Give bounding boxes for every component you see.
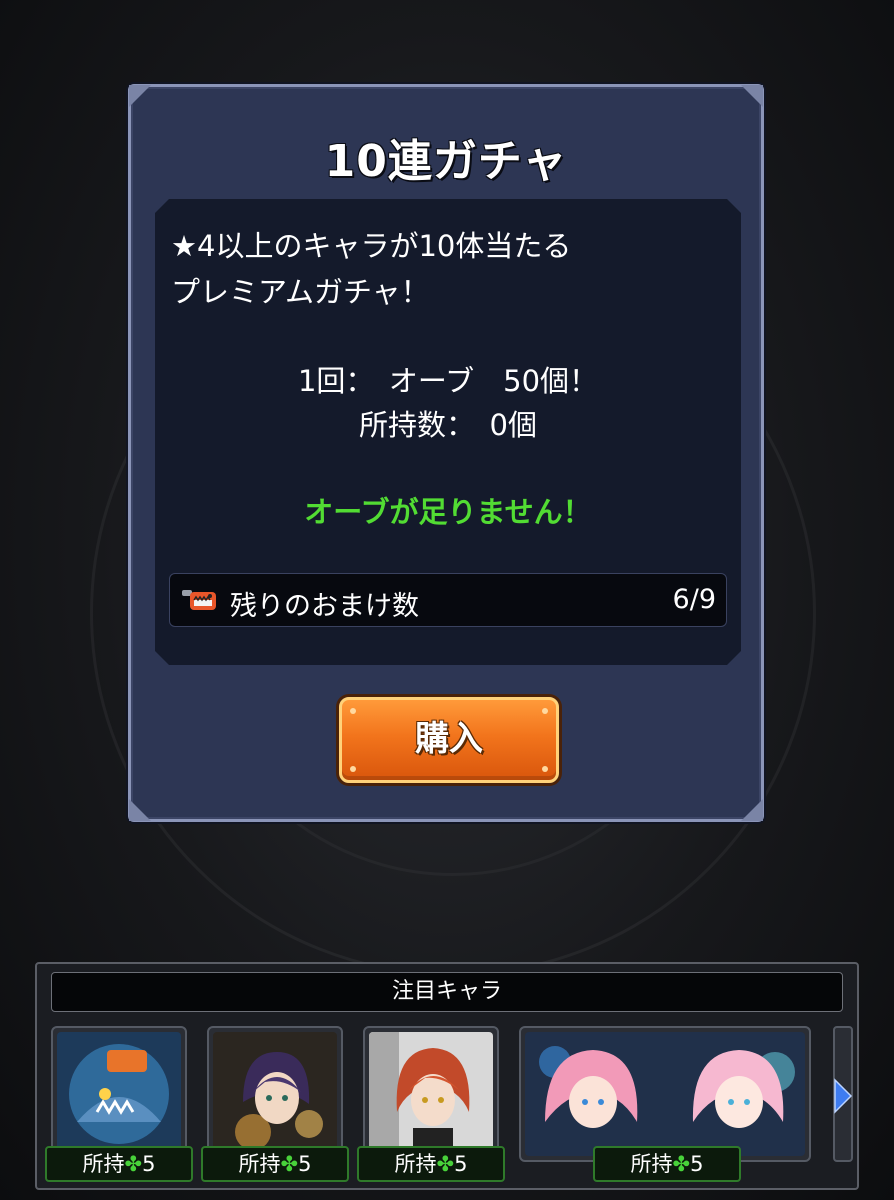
owned-count: 5 [690, 1152, 704, 1176]
owned-label: 所持 [630, 1152, 673, 1176]
character-portrait [525, 1032, 805, 1156]
character-card-shark[interactable] [51, 1026, 187, 1162]
bonus-count: 6/9 [672, 584, 716, 615]
owned-badge: 所持✤5 [357, 1146, 505, 1182]
gacha-dialog: 10連ガチャ ★4以上のキャラが10体当たる プレミアムガチャ！ 1回： オーブ… [128, 84, 764, 822]
owned-count: 5 [454, 1152, 468, 1176]
owned-count: 5 [142, 1152, 156, 1176]
owned-orbs-line: 所持数： 0個 [359, 408, 537, 442]
clover-icon: ✤ [124, 1152, 143, 1176]
dialog-corner [129, 799, 151, 821]
owned-label: 所持 [82, 1152, 125, 1176]
character-portrait [57, 1032, 181, 1156]
button-rivet [350, 708, 356, 714]
character-card-reze[interactable] [207, 1026, 343, 1162]
bonus-label: 残りのおまけ数 [230, 591, 419, 622]
clover-icon: ✤ [436, 1152, 455, 1176]
dialog-title: 10連ガチャ [324, 136, 568, 187]
clover-icon: ✤ [672, 1152, 691, 1176]
owned-badge: 所持✤5 [593, 1146, 741, 1182]
character-card-makima[interactable] [363, 1026, 499, 1162]
description-line-2: プレミアムガチャ！ [171, 275, 430, 309]
chevron-right-icon [834, 1078, 853, 1114]
featured-header: 注目キャラ [51, 972, 843, 1012]
owned-label: 所持 [394, 1152, 437, 1176]
cost-info: 1回： オーブ 50個！ 所持数： 0個 [155, 359, 741, 447]
owned-badge: 所持✤5 [201, 1146, 349, 1182]
character-portrait [369, 1032, 493, 1156]
bonus-remaining-bar: 残りのおまけ数 6/9 [169, 573, 727, 627]
dialog-content: ★4以上のキャラが10体当たる プレミアムガチャ！ 1回： オーブ 50個！ 所… [155, 199, 741, 665]
character-portrait [213, 1032, 337, 1156]
buy-button-label: 購入 [415, 719, 483, 759]
button-rivet [542, 708, 548, 714]
dialog-corner [741, 85, 763, 107]
insufficient-orbs-warning: オーブが足りません！ [304, 495, 592, 529]
buy-button[interactable]: 購入 [339, 697, 559, 783]
owned-count: 5 [298, 1152, 312, 1176]
owned-label: 所持 [238, 1152, 281, 1176]
gacha-description: ★4以上のキャラが10体当たる プレミアムガチャ！ [171, 223, 731, 315]
button-rivet [350, 766, 356, 772]
cost-line: 1回： オーブ 50個！ [297, 364, 599, 398]
clover-icon: ✤ [280, 1152, 299, 1176]
owned-badge: 所持✤5 [45, 1146, 193, 1182]
chainsaw-icon [180, 584, 220, 616]
button-rivet [542, 766, 548, 772]
dialog-corner [741, 799, 763, 821]
scroll-right-arrow[interactable] [833, 1026, 853, 1162]
description-line-1: ★4以上のキャラが10体当たる [171, 229, 572, 263]
dialog-corner [129, 85, 151, 107]
character-card-pink-pair[interactable] [519, 1026, 811, 1162]
featured-characters-panel: 注目キャラ 所持✤5 所持✤5 所持✤5 所持✤5 [35, 962, 859, 1190]
